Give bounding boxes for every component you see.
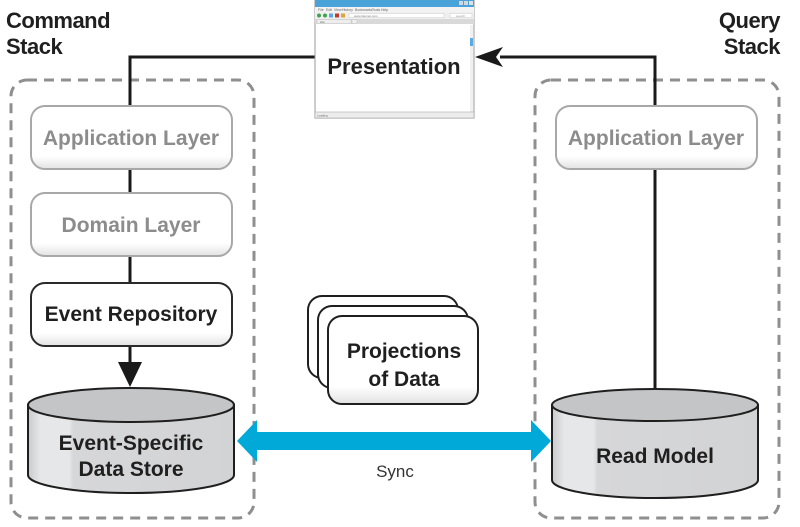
domain-layer-label: Domain Layer — [62, 214, 201, 237]
presentation-browser-window: File Edit View History Bookmarks Tools H… — [314, 0, 475, 119]
store-arrowhead-icon — [118, 362, 142, 387]
event-store-label-line2: Data Store — [78, 458, 183, 481]
domain-layer-box: Domain Layer — [30, 192, 233, 257]
browser-menu-bookmarks: Bookmarks — [355, 8, 373, 12]
query-application-layer-box: Application Layer — [555, 105, 758, 170]
presentation-arrowhead-icon — [475, 47, 503, 67]
browser-menu-edit: Edit — [326, 8, 332, 12]
sync-arrow: Sync — [237, 420, 551, 481]
home-icon — [341, 13, 345, 18]
projections-of-data: Projections of Data — [307, 295, 479, 405]
minimize-icon — [459, 1, 463, 5]
command-application-layer-box: Application Layer — [30, 105, 233, 170]
presentation-label: Presentation — [327, 54, 460, 79]
new-tab-icon — [351, 19, 358, 24]
query-application-layer-label: Application Layer — [568, 127, 744, 150]
cqrs-diagram: Application Layer Domain Layer Event Rep… — [9, 0, 781, 520]
event-store-cylinder: Event-Specific Data Store — [27, 387, 235, 494]
browser-menu-file: File — [318, 8, 324, 12]
projections-label-line1: Projections — [347, 340, 461, 363]
browser-title-bar — [315, 0, 474, 7]
refresh-icon — [329, 13, 333, 18]
browser-address-text: www.internet.com — [354, 14, 378, 18]
close-icon — [469, 1, 473, 5]
sync-label: Sync — [376, 462, 414, 481]
maximize-icon — [464, 1, 468, 5]
command-to-presentation-line — [128, 55, 316, 110]
forward-icon — [323, 13, 327, 18]
event-repository-label: Event Repository — [45, 303, 218, 326]
browser-status-text: Loading — [317, 114, 328, 118]
browser-scrollbar-thumb — [470, 38, 473, 46]
event-store-label-line1: Event-Specific — [59, 432, 204, 455]
browser-tab-label: site — [320, 20, 325, 24]
read-model-label: Read Model — [596, 445, 714, 468]
projections-label-line2: of Data — [368, 368, 439, 391]
browser-status-bar — [314, 111, 475, 119]
back-icon — [317, 13, 321, 18]
browser-menu-history: History — [342, 8, 353, 12]
browser-search-placeholder: search — [456, 14, 465, 18]
browser-menu-tools: Tools — [372, 8, 380, 12]
browser-menu-view: View — [334, 8, 342, 12]
command-application-layer-label: Application Layer — [43, 127, 219, 150]
sync-arrow-shape — [237, 420, 551, 462]
stop-icon — [335, 13, 339, 18]
browser-menu-help: Help — [381, 8, 388, 12]
read-model-cylinder: Read Model — [551, 388, 759, 499]
event-repository-box: Event Repository — [30, 282, 233, 347]
